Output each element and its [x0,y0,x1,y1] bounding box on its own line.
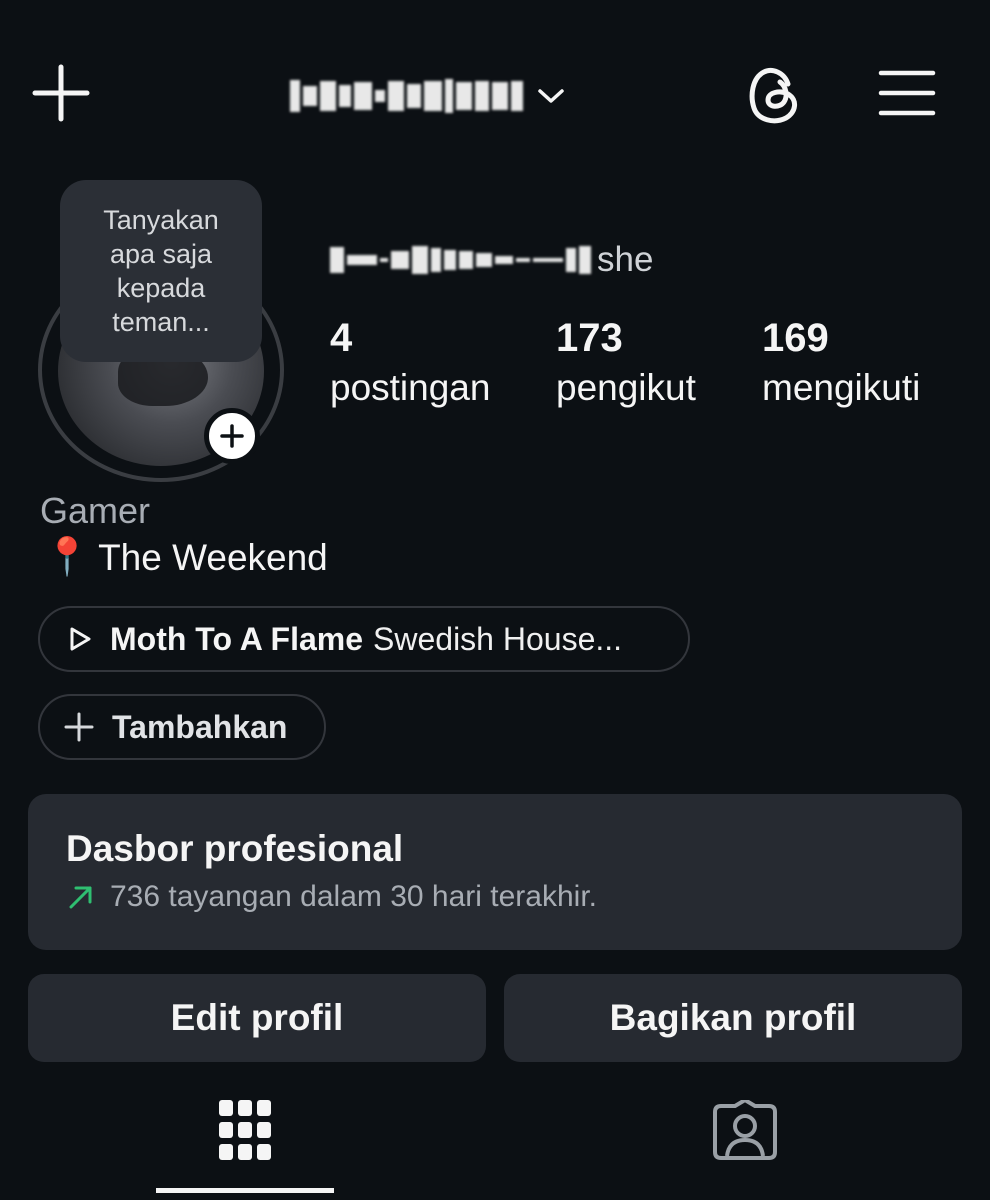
add-label: Tambahkan [112,708,288,745]
plus-icon [220,424,244,448]
stat-label: pengikut [556,367,696,408]
stat-label: mengikuti [762,367,921,408]
threads-icon [749,68,797,124]
music-artist: Swedish House... [373,620,623,657]
stat-followers[interactable]: 173 pengikut [556,316,696,409]
trend-up-arrow-icon [69,886,92,909]
tab-posts-grid[interactable] [156,1090,334,1170]
active-tab-indicator [156,1188,334,1193]
stat-posts[interactable]: 4 postingan [330,316,490,409]
stat-count: 169 [762,316,829,360]
profile-category: Gamer [40,490,151,531]
profile-music-button[interactable]: Moth To A Flame Swedish House... [38,606,690,672]
dashboard-subtitle: 736 tayangan dalam 30 hari terakhir. [110,880,597,913]
pronoun: she [597,240,654,279]
share-profile-button[interactable]: Bagikan profil [504,974,962,1062]
stat-count: 173 [556,316,623,360]
display-name-redacted [330,246,591,274]
username-switcher[interactable] [290,62,565,130]
dashboard-subtitle-row: 736 tayangan dalam 30 hari terakhir. [66,880,597,914]
stat-label: postingan [330,367,491,408]
note-text: Tanyakan apa saja kepada teman... [103,205,219,337]
edit-profile-label: Edit profil [170,997,344,1038]
username-redacted [290,79,523,113]
plus-icon [64,712,94,742]
plus-icon [32,64,90,122]
display-name-row: she [330,240,653,280]
hamburger-menu-icon [878,70,936,116]
tab-tagged[interactable] [656,1090,834,1170]
create-button[interactable] [28,60,94,126]
tagged-person-icon [713,1100,777,1160]
stat-following[interactable]: 169 mengikuti [762,316,920,409]
professional-dashboard-card[interactable]: Dasbor profesional 736 tayangan dalam 30… [28,794,962,950]
note-bubble[interactable]: Tanyakan apa saja kepada teman... [60,180,262,362]
music-title: Moth To A Flame [110,620,364,657]
location-text: The Weekend [98,536,328,578]
add-story-button[interactable] [204,408,260,464]
edit-profile-button[interactable]: Edit profil [28,974,486,1062]
chevron-down-icon [538,89,564,103]
grid-icon [219,1100,271,1160]
share-profile-label: Bagikan profil [609,997,857,1038]
stat-count: 4 [330,316,353,360]
menu-button[interactable] [874,60,940,126]
threads-button[interactable] [740,60,808,128]
location-pin-emoji: 📍 [44,536,91,577]
bio-location: 📍 The Weekend [44,536,328,579]
dashboard-title: Dasbor profesional [66,828,404,869]
add-link-button[interactable]: Tambahkan [38,694,326,760]
play-icon [70,627,91,651]
